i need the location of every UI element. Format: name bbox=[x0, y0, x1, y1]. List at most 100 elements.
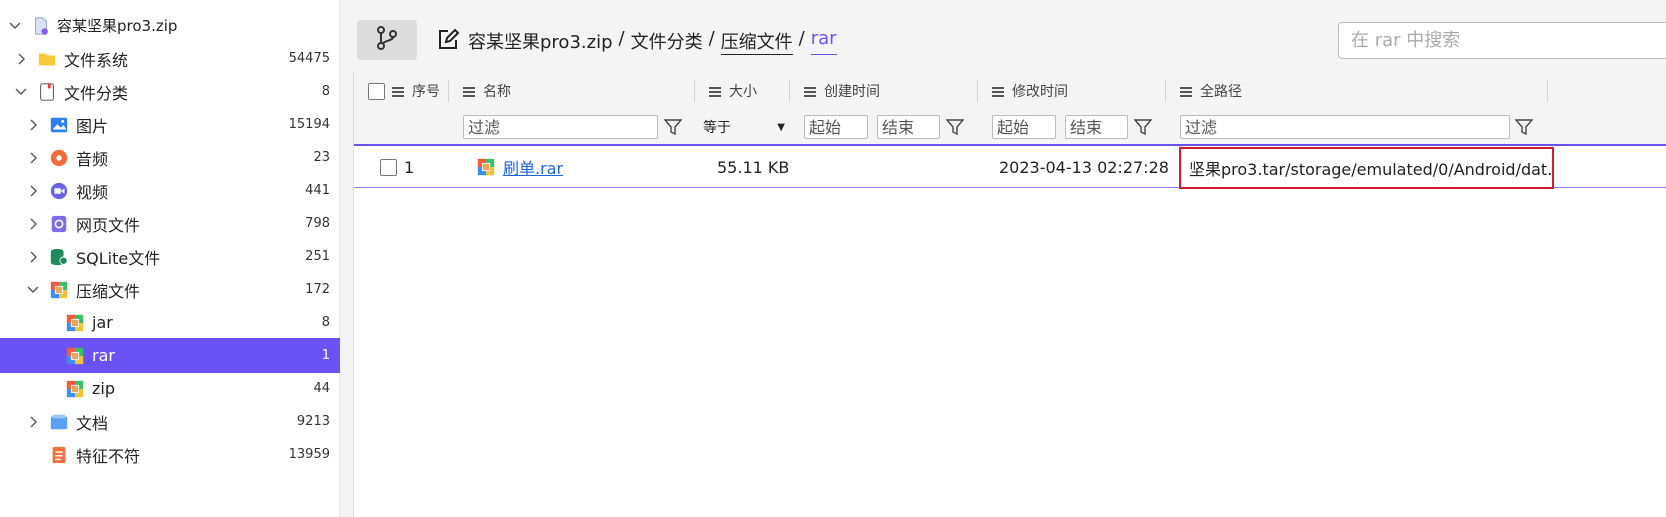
created-end-input[interactable] bbox=[877, 115, 940, 139]
chevron-down-icon[interactable] bbox=[24, 281, 42, 299]
archive-icon bbox=[476, 157, 496, 177]
filter-icon[interactable] bbox=[662, 116, 684, 138]
sidebar-item-label: 网页文件 bbox=[76, 215, 141, 235]
tree-root[interactable]: 容某坚果pro3.zip bbox=[0, 8, 340, 43]
row-name-cell: 刷单.rar bbox=[476, 146, 563, 188]
name-filter-input[interactable] bbox=[463, 115, 658, 139]
sidebar-item-label: 图片 bbox=[76, 116, 109, 136]
sidebar-item-video[interactable]: 视频 441 bbox=[0, 173, 340, 208]
column-header-label: 名称 bbox=[483, 84, 511, 100]
row-checkbox[interactable] bbox=[380, 158, 397, 176]
size-operator-select[interactable]: 等于 ▼ bbox=[699, 115, 789, 139]
sidebar-item-label: 特征不符 bbox=[76, 446, 141, 466]
sidebar-item-zip[interactable]: zip 44 bbox=[0, 371, 340, 406]
sidebar-item-sqlite[interactable]: SQLite文件 251 bbox=[0, 239, 340, 274]
sidebar-item-images[interactable]: 图片 15194 bbox=[0, 107, 340, 142]
video-icon bbox=[48, 180, 70, 202]
column-header-modified[interactable]: 修改时间 bbox=[992, 72, 1068, 110]
row-size: 55.11 KB bbox=[717, 157, 790, 177]
filter-icon[interactable] bbox=[944, 116, 966, 138]
main-panel: 容某坚果pro3.zip / 文件分类 / 压缩文件 / rar 序号 名称 大… bbox=[340, 0, 1666, 517]
column-divider[interactable] bbox=[1165, 80, 1166, 102]
column-divider[interactable] bbox=[977, 80, 978, 102]
breadcrumb-item[interactable]: 文件分类 bbox=[631, 28, 703, 55]
sidebar-item-count: 172 bbox=[305, 282, 330, 297]
created-start-input[interactable] bbox=[804, 115, 868, 139]
file-name-link[interactable]: 刷单.rar bbox=[503, 155, 563, 179]
breadcrumb: 容某坚果pro3.zip / 文件分类 / 压缩文件 / rar bbox=[468, 28, 837, 55]
dropdown-arrow-icon: ▼ bbox=[777, 121, 785, 133]
audio-icon bbox=[48, 147, 70, 169]
column-divider[interactable] bbox=[694, 80, 695, 102]
chevron-right-icon[interactable] bbox=[24, 248, 42, 266]
sidebar-item-filesystem[interactable]: 文件系统 54475 bbox=[0, 41, 340, 76]
sidebar-item-file-classify[interactable]: 文件分类 8 bbox=[0, 74, 340, 109]
sidebar-item-count: 23 bbox=[313, 150, 330, 165]
column-header-name[interactable]: 名称 bbox=[463, 72, 511, 110]
column-divider[interactable] bbox=[1547, 80, 1548, 102]
edit-icon[interactable] bbox=[435, 27, 461, 53]
column-divider[interactable] bbox=[789, 80, 790, 102]
sidebar-item-archives[interactable]: 压缩文件 172 bbox=[0, 272, 340, 307]
sidebar-item-label: jar bbox=[92, 313, 113, 332]
mismatch-icon bbox=[48, 444, 70, 466]
chevron-right-icon[interactable] bbox=[24, 215, 42, 233]
sidebar-item-count: 798 bbox=[305, 216, 330, 231]
chevron-right-icon[interactable] bbox=[24, 182, 42, 200]
sidebar-item-count: 8 bbox=[321, 84, 330, 99]
column-menu-icon bbox=[992, 86, 1006, 97]
sidebar-item-label: SQLite文件 bbox=[76, 248, 161, 268]
sidebar-item-webpage[interactable]: 网页文件 798 bbox=[0, 206, 340, 241]
column-header-label: 大小 bbox=[729, 84, 757, 100]
table-row[interactable]: 1 刷单.rar 55.11 KB 2023-04-13 02:27:28 坚果… bbox=[354, 146, 1666, 189]
branch-button[interactable] bbox=[357, 20, 417, 60]
sidebar-item-rar[interactable]: rar 1 bbox=[0, 338, 340, 373]
chevron-right-icon[interactable] bbox=[24, 413, 42, 431]
column-header-label: 序号 bbox=[412, 84, 440, 100]
column-divider[interactable] bbox=[448, 80, 449, 102]
chevron-down-icon[interactable] bbox=[12, 83, 30, 101]
path-filter-input[interactable] bbox=[1180, 115, 1510, 139]
zip-file-icon bbox=[30, 15, 52, 37]
sidebar-item-mismatch[interactable]: 特征不符 13959 bbox=[0, 437, 340, 472]
sidebar-item-label: 文件系统 bbox=[64, 50, 129, 70]
sidebar-item-label: 音频 bbox=[76, 149, 109, 169]
chevron-down-icon[interactable] bbox=[6, 17, 24, 35]
breadcrumb-item[interactable]: 容某坚果pro3.zip bbox=[468, 28, 613, 55]
row-modified: 2023-04-13 02:27:28 bbox=[999, 157, 1169, 177]
breadcrumb-current[interactable]: rar bbox=[810, 28, 837, 55]
sidebar-item-count: 44 bbox=[313, 381, 330, 396]
sidebar-item-count: 441 bbox=[305, 183, 330, 198]
sidebar-item-audio[interactable]: 音频 23 bbox=[0, 140, 340, 175]
column-header-size[interactable]: 大小 bbox=[709, 72, 757, 110]
database-icon bbox=[48, 246, 70, 268]
table-header: 序号 名称 大小 创建时间 修改时间 全路径 bbox=[354, 72, 1666, 110]
sidebar-item-label: 压缩文件 bbox=[76, 281, 141, 301]
column-header-index[interactable]: 序号 bbox=[392, 72, 440, 110]
toolbar: 容某坚果pro3.zip / 文件分类 / 压缩文件 / rar bbox=[340, 0, 1666, 72]
column-header-created[interactable]: 创建时间 bbox=[804, 72, 880, 110]
breadcrumb-item[interactable]: 压缩文件 bbox=[720, 28, 793, 55]
modified-end-input[interactable] bbox=[1065, 115, 1128, 139]
column-header-path[interactable]: 全路径 bbox=[1180, 72, 1242, 110]
sidebar-item-count: 8 bbox=[321, 315, 330, 330]
modified-start-input[interactable] bbox=[992, 115, 1056, 139]
filter-icon[interactable] bbox=[1132, 116, 1154, 138]
size-operator-value: 等于 bbox=[703, 120, 731, 136]
chevron-right-icon[interactable] bbox=[24, 149, 42, 167]
breadcrumb-separator: / bbox=[798, 28, 805, 49]
chevron-right-icon[interactable] bbox=[24, 116, 42, 134]
select-all-checkbox[interactable] bbox=[368, 82, 385, 100]
chevron-right-icon[interactable] bbox=[12, 50, 30, 68]
row-path: 坚果pro3.tar/storage/emulated/0/Android/da… bbox=[1179, 147, 1554, 189]
select-all-checkbox-cell bbox=[368, 72, 385, 110]
sidebar-tree: 容某坚果pro3.zip 文件系统 54475 文件分类 8 图片 15194 … bbox=[0, 0, 340, 517]
sidebar-item-documents[interactable]: 文档 9213 bbox=[0, 404, 340, 439]
search-input[interactable] bbox=[1338, 22, 1666, 59]
sidebar-item-count: 251 bbox=[305, 249, 330, 264]
webpage-icon bbox=[48, 213, 70, 235]
archive-icon bbox=[48, 279, 70, 301]
filter-icon[interactable] bbox=[1513, 116, 1535, 138]
sidebar-item-jar[interactable]: jar 8 bbox=[0, 305, 340, 340]
column-menu-icon bbox=[392, 86, 406, 97]
